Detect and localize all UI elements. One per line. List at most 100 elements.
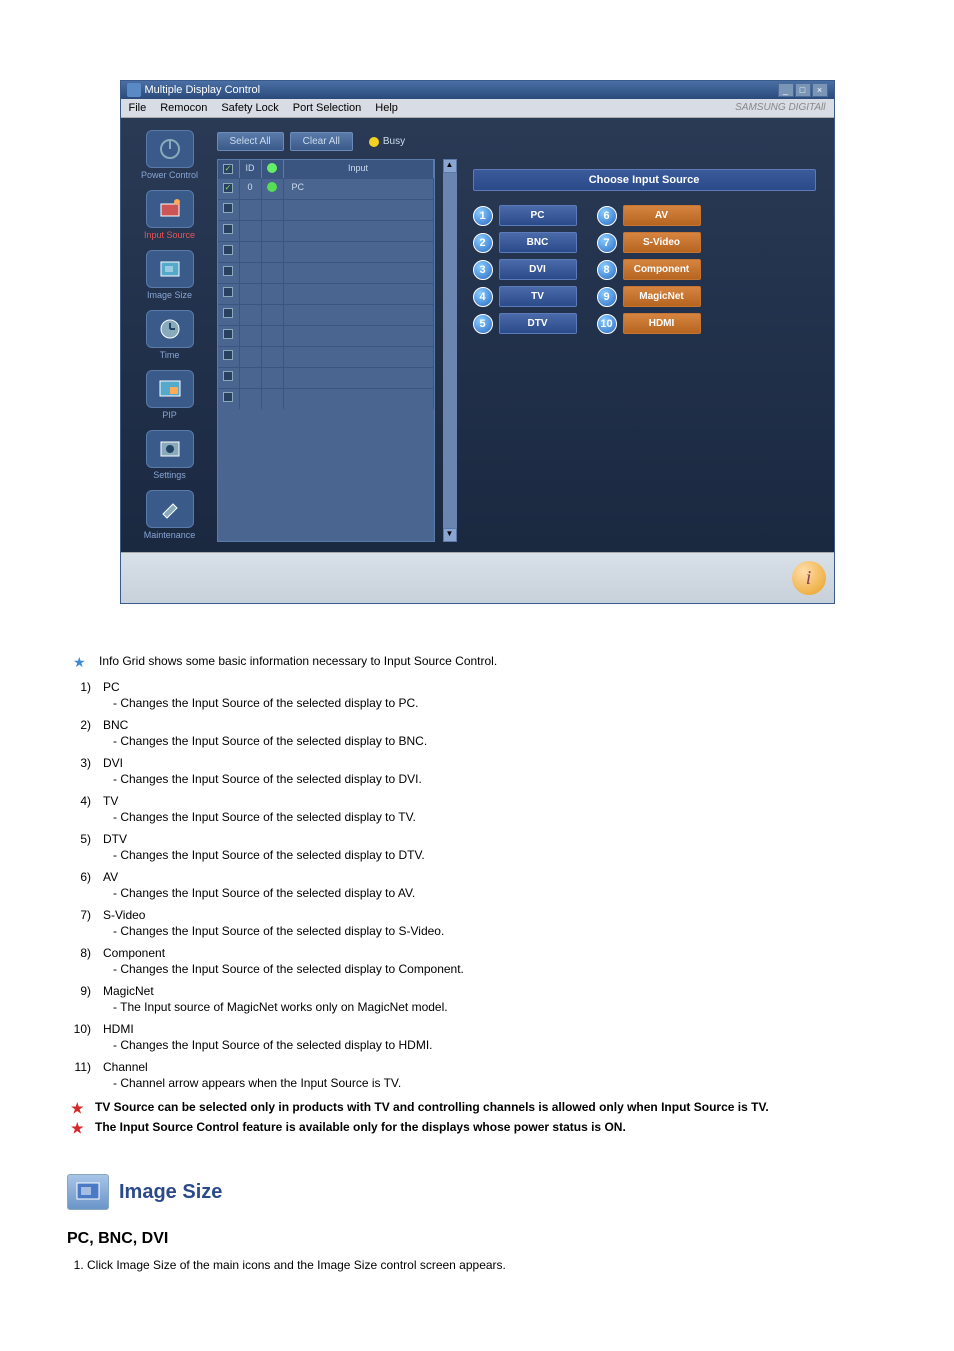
clear-all-button[interactable]: Clear All — [290, 132, 353, 151]
info-icon[interactable]: i — [792, 561, 826, 595]
row-checkbox[interactable] — [223, 350, 233, 360]
section-header: Image Size — [67, 1174, 887, 1210]
panel-title: Choose Input Source — [473, 169, 816, 191]
menu-file[interactable]: File — [129, 102, 147, 114]
image-size-icon — [67, 1174, 109, 1210]
sidebar-item-settings[interactable]: Settings — [131, 428, 209, 482]
menu-help[interactable]: Help — [375, 102, 398, 114]
source-button-tv[interactable]: TV — [499, 286, 577, 307]
source-button-magicnet[interactable]: MagicNet — [623, 286, 701, 307]
select-all-button[interactable]: Select All — [217, 132, 284, 151]
row-checkbox[interactable] — [223, 308, 233, 318]
source-button-bnc[interactable]: BNC — [499, 232, 577, 253]
busy-indicator: Busy — [369, 136, 405, 147]
col-status — [262, 160, 284, 178]
source-item: 3DVI — [473, 259, 577, 280]
maximize-button[interactable]: □ — [795, 83, 811, 97]
table-row[interactable]: 0PC — [218, 178, 434, 199]
sidebar-item-image-size[interactable]: Image Size — [131, 248, 209, 302]
pip-icon — [146, 370, 194, 408]
table-row[interactable] — [218, 241, 434, 262]
table-row[interactable] — [218, 262, 434, 283]
sidebar-item-power-control[interactable]: Power Control — [131, 128, 209, 182]
app-window: Multiple Display Control _ □ × File Remo… — [120, 80, 835, 604]
source-button-pc[interactable]: PC — [499, 205, 577, 226]
list-item: 5)DTV- Changes the Input Source of the s… — [67, 828, 887, 866]
grid-scrollbar[interactable]: ▲ ▼ — [443, 159, 457, 542]
list-item: 6)AV- Changes the Input Source of the se… — [67, 866, 887, 904]
source-button-dvi[interactable]: DVI — [499, 259, 577, 280]
menu-remocon[interactable]: Remocon — [160, 102, 207, 114]
sub-title: PC, BNC, DVI — [67, 1230, 887, 1248]
table-row[interactable] — [218, 220, 434, 241]
minimize-button[interactable]: _ — [778, 83, 794, 97]
list-item: 9)MagicNet- The Input source of MagicNet… — [67, 980, 887, 1018]
list-item: 3)DVI- Changes the Input Source of the s… — [67, 752, 887, 790]
step-item: Click Image Size of the main icons and t… — [87, 1258, 887, 1272]
titlebar: Multiple Display Control _ □ × — [121, 81, 834, 99]
source-button-component[interactable]: Component — [623, 259, 701, 280]
row-checkbox[interactable] — [223, 266, 233, 276]
scroll-up-button[interactable]: ▲ — [443, 159, 457, 173]
list-item: 8)Component- Changes the Input Source of… — [67, 942, 887, 980]
badge-2: 2 — [473, 233, 493, 253]
badge-1: 1 — [473, 206, 493, 226]
source-button-s-video[interactable]: S-Video — [623, 232, 701, 253]
list-item: 11)Channel- Channel arrow appears when t… — [67, 1056, 887, 1094]
footer-bar: i — [121, 552, 834, 603]
sidebar-item-time[interactable]: Time — [131, 308, 209, 362]
row-checkbox[interactable] — [223, 224, 233, 234]
source-item: 2 BNC — [473, 232, 577, 253]
row-checkbox[interactable] — [223, 203, 233, 213]
col-input: Input — [284, 160, 434, 178]
star-icon: ★ — [71, 1100, 84, 1117]
col-id: ID — [240, 160, 262, 178]
description-list: 1)PC- Changes the Input Source of the se… — [67, 676, 887, 1094]
app-icon — [127, 83, 141, 97]
source-button-dtv[interactable]: DTV — [499, 313, 577, 334]
row-checkbox[interactable] — [223, 245, 233, 255]
source-button-hdmi[interactable]: HDMI — [623, 313, 701, 334]
table-row[interactable] — [218, 199, 434, 220]
sidebar: Power Control Input Source Image Size Time P… — [131, 128, 209, 542]
row-checkbox[interactable] — [223, 329, 233, 339]
close-button[interactable]: × — [812, 83, 828, 97]
table-row[interactable] — [218, 388, 434, 409]
row-checkbox[interactable] — [223, 183, 233, 193]
badge-6: 6 — [597, 206, 617, 226]
star-icon: ★ — [71, 1120, 84, 1137]
status-lamp-icon — [267, 182, 277, 192]
image-size-icon — [146, 250, 194, 288]
settings-icon — [146, 430, 194, 468]
col-checkbox — [218, 160, 240, 178]
list-item: 2)BNC- Changes the Input Source of the s… — [67, 714, 887, 752]
table-row[interactable] — [218, 325, 434, 346]
sidebar-item-input-source[interactable]: Input Source — [131, 188, 209, 242]
power-control-icon — [146, 130, 194, 168]
section-title: Image Size — [119, 1181, 222, 1204]
menu-port-selection[interactable]: Port Selection — [293, 102, 361, 114]
lamp-icon — [267, 163, 277, 173]
source-item: 8 Component — [597, 259, 701, 280]
scroll-down-button[interactable]: ▼ — [443, 528, 457, 542]
table-row[interactable] — [218, 304, 434, 325]
sidebar-item-maintenance[interactable]: Maintenance — [131, 488, 209, 542]
row-checkbox[interactable] — [223, 392, 233, 402]
row-checkbox[interactable] — [223, 371, 233, 381]
table-row[interactable] — [218, 367, 434, 388]
steps-list: Click Image Size of the main icons and t… — [67, 1258, 887, 1272]
intro-text: ★ Info Grid shows some basic information… — [67, 654, 887, 668]
source-button-av[interactable]: AV — [623, 205, 701, 226]
input-source-icon — [146, 190, 194, 228]
menu-safety-lock[interactable]: Safety Lock — [221, 102, 278, 114]
time-icon — [146, 310, 194, 348]
badge-8: 8 — [597, 260, 617, 280]
row-checkbox[interactable] — [223, 287, 233, 297]
badge-9: 9 — [597, 287, 617, 307]
badge-4: 4 — [473, 287, 493, 307]
sidebar-item-pip[interactable]: PIP — [131, 368, 209, 422]
busy-dot-icon — [369, 137, 379, 147]
table-row[interactable] — [218, 346, 434, 367]
table-row[interactable] — [218, 283, 434, 304]
source-item: 7S-Video — [597, 232, 701, 253]
